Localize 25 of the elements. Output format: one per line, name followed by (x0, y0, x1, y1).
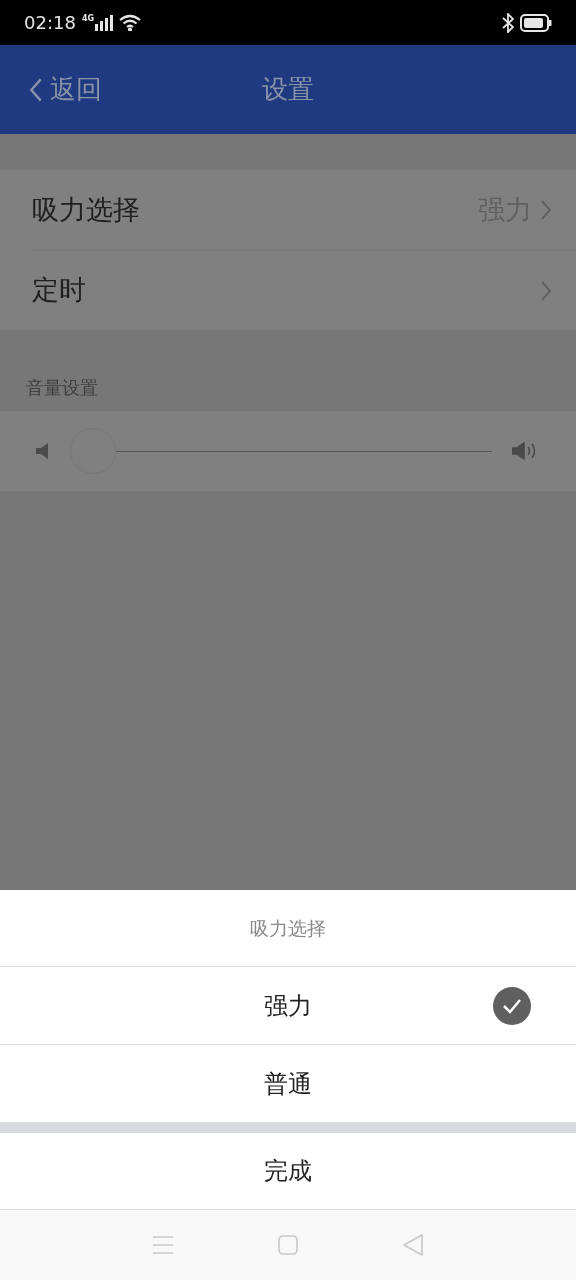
slider-thumb[interactable] (70, 428, 116, 474)
status-time: 02:18 (24, 11, 76, 35)
home-icon[interactable] (278, 1235, 298, 1255)
check-icon (492, 985, 532, 1026)
bluetooth-icon (502, 12, 514, 33)
settings-row[interactable]: 定时 (32, 250, 576, 330)
setting-label: 吸力选择 (32, 192, 140, 227)
menu-icon[interactable] (152, 1236, 173, 1254)
network-type: 4G (81, 14, 94, 23)
page-title: 设置 (262, 73, 314, 106)
option-label: 强力 (264, 990, 312, 1022)
section-label: 音量设置 (26, 376, 98, 400)
chevron-icon (540, 199, 552, 221)
signal-icon (95, 14, 113, 31)
back-chevron-icon (28, 76, 44, 103)
battery-icon (520, 13, 552, 32)
wifi-icon (119, 14, 141, 31)
volume-slider[interactable] (70, 427, 492, 475)
chevron-icon (540, 279, 552, 302)
volume-low-icon (36, 443, 50, 459)
back-icon[interactable] (403, 1234, 424, 1256)
sheet-option[interactable]: 强力 (0, 967, 576, 1045)
setting-label: 定时 (32, 273, 86, 308)
option-label: 普通 (264, 1068, 312, 1100)
sheet-title: 吸力选择 (250, 915, 326, 941)
